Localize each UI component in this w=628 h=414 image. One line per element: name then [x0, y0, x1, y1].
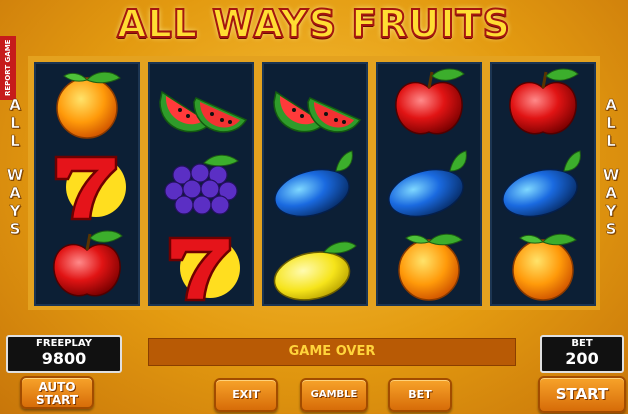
- orange-symbol-icon: [34, 62, 140, 144]
- side-letter: A: [9, 96, 21, 115]
- side-letter: L: [606, 114, 616, 133]
- auto-start-button[interactable]: AUTO START: [20, 376, 94, 409]
- side-letter: Y: [605, 202, 617, 221]
- side-letter: A: [9, 184, 21, 203]
- all-ways-left-label: ALLWAYS: [5, 96, 25, 239]
- cherry-apple-symbol-icon: [490, 62, 596, 144]
- side-letter: L: [10, 132, 20, 151]
- side-letter: S: [605, 220, 617, 239]
- plum-symbol-icon: [262, 143, 368, 225]
- lemon-symbol-icon: [262, 224, 368, 306]
- cherry-apple-symbol-icon: [34, 224, 140, 306]
- side-letter: A: [605, 96, 617, 115]
- cherry-apple-symbol-icon: [376, 62, 482, 144]
- reels-area: [28, 56, 600, 310]
- bet-value: 200: [565, 349, 599, 368]
- reel-5: [490, 62, 596, 306]
- status-message: GAME OVER: [148, 338, 516, 366]
- orange-symbol-icon: [376, 224, 482, 306]
- reel-4: [376, 62, 482, 306]
- side-letter: S: [9, 220, 21, 239]
- seven-symbol-icon: [34, 143, 140, 225]
- orange-symbol-icon: [490, 224, 596, 306]
- side-letter: L: [10, 114, 20, 133]
- bet-display: BET 200: [540, 335, 624, 373]
- seven-symbol-icon: [148, 224, 254, 306]
- side-letter: W: [602, 166, 620, 185]
- side-letter: W: [6, 166, 24, 185]
- reel-3: [262, 62, 368, 306]
- report-game-tab[interactable]: REPORT GAME: [0, 36, 16, 100]
- exit-button[interactable]: EXIT: [214, 378, 278, 412]
- plum-symbol-icon: [490, 143, 596, 225]
- gamble-button[interactable]: GAMBLE: [300, 378, 368, 412]
- reel-1: [34, 62, 140, 306]
- watermelon-symbol-icon: [148, 62, 254, 144]
- freeplay-value: 9800: [41, 349, 87, 368]
- auto-start-label-line2: START: [35, 393, 79, 407]
- start-button[interactable]: START: [538, 376, 626, 413]
- game-title: ALL WAYS FRUITS: [116, 1, 511, 47]
- plum-symbol-icon: [376, 143, 482, 225]
- bet-button[interactable]: BET: [388, 378, 452, 412]
- side-letter: L: [606, 132, 616, 151]
- grapes-symbol-icon: [148, 143, 254, 225]
- side-letter: [601, 150, 621, 166]
- side-letter: Y: [9, 202, 21, 221]
- watermelon-symbol-icon: [262, 62, 368, 144]
- all-ways-right-label: ALLWAYS: [601, 96, 621, 239]
- reel-2: [148, 62, 254, 306]
- side-letter: [5, 150, 25, 166]
- freeplay-credit-display: FREEPLAY 9800: [6, 335, 122, 373]
- side-letter: A: [605, 184, 617, 203]
